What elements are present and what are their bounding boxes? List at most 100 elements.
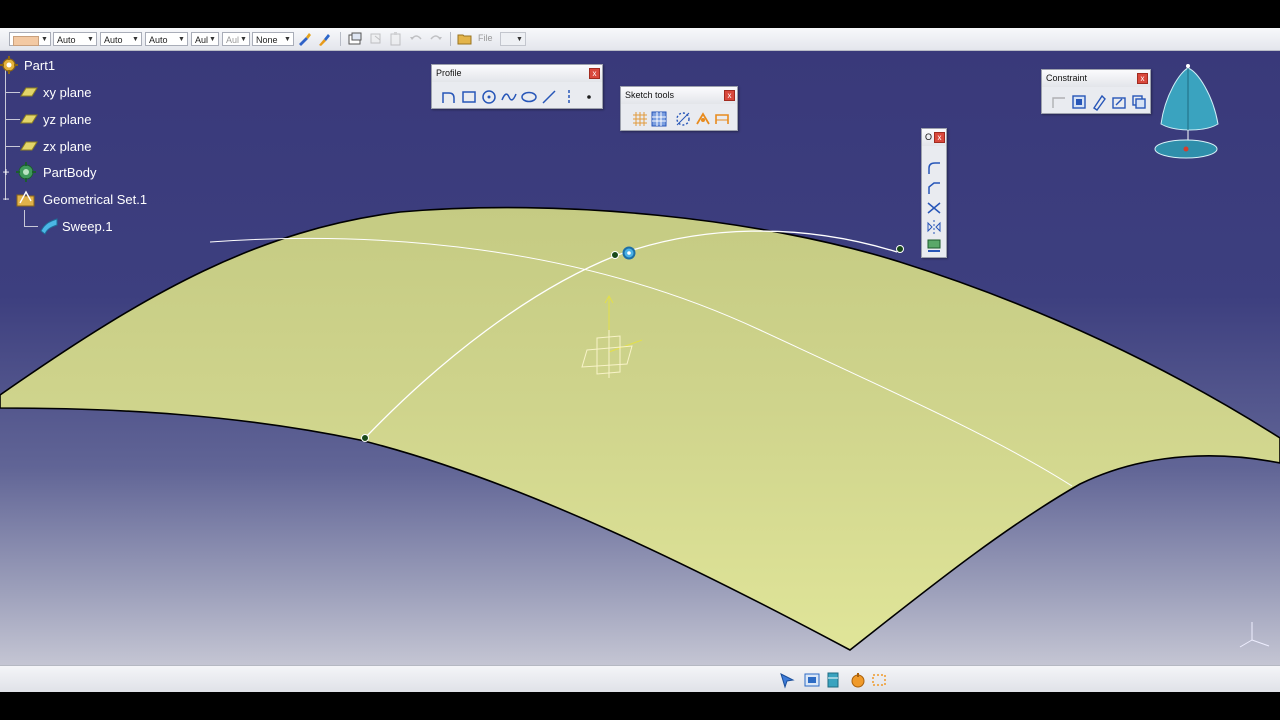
- geometrical-constraints-icon[interactable]: [694, 110, 712, 128]
- mirror-icon[interactable]: [925, 218, 943, 236]
- transparency-combo[interactable]: Auto ▼: [53, 32, 97, 46]
- compass-icon[interactable]: [1154, 64, 1219, 159]
- construction-element-icon[interactable]: [674, 110, 692, 128]
- tree-connector: [24, 226, 38, 227]
- tree-item-partbody[interactable]: + PartBody: [0, 161, 96, 183]
- undo-icon[interactable]: [408, 31, 424, 47]
- filter-combo[interactable]: None ▼: [252, 32, 294, 46]
- plane-icon: [20, 141, 38, 151]
- view-toolbar: [0, 665, 1280, 693]
- project-3d-elements-icon[interactable]: [925, 237, 943, 255]
- paste-icon[interactable]: [388, 31, 404, 47]
- tree-label: zx plane: [43, 138, 92, 154]
- render-value: Aul: [226, 35, 240, 45]
- tree-item-yz-plane[interactable]: yz plane: [20, 108, 91, 130]
- partbody-icon: [16, 162, 36, 182]
- collapse-icon[interactable]: −: [0, 192, 12, 206]
- rectangle-icon[interactable]: [460, 88, 478, 106]
- line-icon[interactable]: [540, 88, 558, 106]
- render-combo[interactable]: Aul ▼: [222, 32, 250, 46]
- linetype-combo[interactable]: Auto ▼: [145, 32, 188, 46]
- spline-icon[interactable]: [500, 88, 518, 106]
- plane-icon: [20, 87, 38, 97]
- corner-icon[interactable]: [925, 159, 943, 177]
- sweep-surface[interactable]: [0, 206, 1280, 651]
- grid-icon[interactable]: [631, 110, 649, 128]
- chevron-down-icon: ▼: [87, 36, 94, 43]
- chevron-down-icon: ▼: [41, 36, 48, 43]
- properties-icon[interactable]: [347, 31, 363, 47]
- tree-item-xy-plane[interactable]: xy plane: [20, 81, 91, 103]
- geometrical-set-icon: [16, 190, 35, 207]
- profile-icon[interactable]: [440, 88, 458, 106]
- plane-icon: [20, 114, 38, 124]
- tree-item-part1[interactable]: Part1: [0, 54, 55, 76]
- dimensional-constraints-icon[interactable]: [713, 110, 731, 128]
- close-icon[interactable]: x: [589, 68, 600, 79]
- transparency-value: Auto: [57, 35, 76, 45]
- tree-label: PartBody: [43, 164, 97, 180]
- constraint-toolbar: Constraint x: [1041, 69, 1151, 114]
- close-icon[interactable]: x: [724, 90, 735, 101]
- point-center: [627, 251, 631, 255]
- color-combo[interactable]: ▼: [9, 32, 51, 46]
- toolbar-title[interactable]: Sketch tools: [621, 87, 737, 104]
- control-point[interactable]: [896, 245, 904, 253]
- chevron-down-icon: ▼: [178, 36, 185, 43]
- linewidth-combo[interactable]: Auto ▼: [100, 32, 142, 46]
- fit-all-icon[interactable]: [803, 671, 821, 689]
- chevron-down-icon: ▼: [516, 36, 523, 43]
- painter-icon[interactable]: [297, 31, 313, 47]
- ellipse-icon[interactable]: [520, 88, 538, 106]
- tree-connector: [24, 210, 25, 226]
- trim-icon[interactable]: [925, 199, 943, 217]
- chamfer-icon[interactable]: [925, 179, 943, 197]
- profile-toolbar: Profile x: [431, 64, 603, 109]
- render-style-icon[interactable]: [849, 671, 867, 689]
- folder-icon[interactable]: [457, 31, 473, 47]
- toolbar-title[interactable]: Constraint: [1042, 70, 1150, 87]
- tree-item-sweep[interactable]: Sweep.1: [39, 215, 113, 237]
- tree-connector: [6, 119, 20, 120]
- expand-icon[interactable]: +: [0, 165, 12, 179]
- control-point[interactable]: [611, 251, 619, 259]
- linewidth-value: Auto: [104, 35, 123, 45]
- close-icon[interactable]: x: [934, 132, 945, 143]
- close-icon[interactable]: x: [1137, 73, 1148, 84]
- tree-connector: [6, 92, 20, 93]
- fly-mode-icon[interactable]: [778, 671, 796, 689]
- fix-together-icon[interactable]: [1110, 93, 1128, 111]
- axis-icon[interactable]: [560, 88, 578, 106]
- layer-combo[interactable]: Aul ▼: [191, 32, 219, 46]
- graphic-properties-toolbar: ▼ Auto ▼ Auto ▼ Auto ▼ Aul ▼ Aul ▼ None ▼ File: [0, 28, 1280, 51]
- chevron-down-icon: ▼: [132, 36, 139, 43]
- separator: [340, 32, 341, 46]
- sweep-icon: [40, 218, 58, 235]
- contact-constraint-icon[interactable]: [1090, 93, 1108, 111]
- filter-value: None: [256, 35, 278, 45]
- 3d-viewport[interactable]: Part1 xy plane yz plane zx plane + PartB: [0, 51, 1280, 665]
- snap-to-point-icon[interactable]: [650, 110, 668, 128]
- brush-icon[interactable]: [316, 31, 332, 47]
- constraint-dialog-icon[interactable]: [1050, 93, 1068, 111]
- operation-toolbar: O x: [921, 128, 947, 258]
- file-label[interactable]: File: [478, 33, 493, 43]
- copy-icon[interactable]: [368, 31, 384, 47]
- auto-constraint-icon[interactable]: [1130, 93, 1148, 111]
- point-icon[interactable]: [580, 88, 598, 106]
- chevron-down-icon: ▼: [240, 36, 247, 43]
- control-point[interactable]: [361, 434, 369, 442]
- tree-item-zx-plane[interactable]: zx plane: [20, 135, 91, 157]
- tree-item-geometrical-set[interactable]: − Geometrical Set.1: [0, 188, 147, 210]
- view-mode-icon[interactable]: [824, 671, 842, 689]
- axis-triad-icon: [1239, 622, 1270, 648]
- hide-show-icon[interactable]: [870, 671, 888, 689]
- linetype-value: Auto: [149, 35, 168, 45]
- toolbar-title[interactable]: Profile: [432, 65, 602, 82]
- redo-icon[interactable]: [428, 31, 444, 47]
- tree-label: yz plane: [43, 111, 92, 127]
- file-combo[interactable]: ▼: [500, 32, 526, 46]
- circle-icon[interactable]: [480, 88, 498, 106]
- constraint-icon[interactable]: [1070, 93, 1088, 111]
- tree-label: Geometrical Set.1: [43, 191, 148, 207]
